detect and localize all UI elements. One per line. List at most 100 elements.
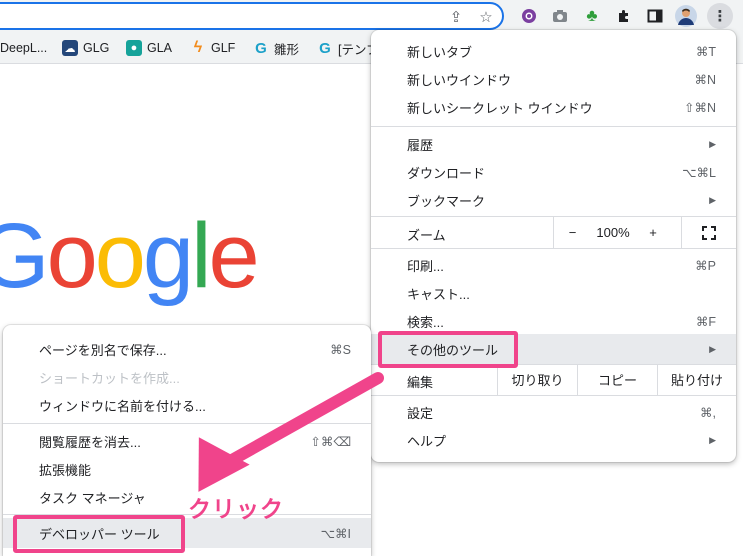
cut-button[interactable]: 切り取り [497,364,577,395]
zoom-in-button[interactable]: + [635,217,671,248]
star-icon[interactable]: ☆ [474,5,498,29]
menu-item-label: ページを別名で保存... [39,342,167,358]
puzzle-icon[interactable] [612,4,636,28]
bookmark-glg[interactable]: ☁ GLG [62,39,109,57]
shortcut-label: ⌘, [700,405,716,420]
edit-row: 編集 切り取り コピー 貼り付け [371,364,736,395]
shortcut-label: ⌘S [330,342,351,357]
logo-letter: G [0,205,50,307]
copy-button[interactable]: コピー [577,364,657,395]
bookmark-label: GLF [211,41,236,55]
profile-avatar[interactable] [674,4,698,28]
menu-item-label: 設定 [407,405,434,421]
shortcut-label: ⌘F [695,314,716,329]
share-icon[interactable]: ⇪ [444,5,468,29]
edit-label: 編集 [407,375,434,390]
menu-item-help[interactable]: ヘルプ ▶ [371,426,736,454]
zoom-label: ズーム [407,228,446,243]
chevron-right-icon: ▶ [709,138,716,149]
logo-letter: e [208,205,260,307]
shortcut-label: ⇧⌘⌫ [310,434,351,449]
menu-item-label: ダウンロード [407,165,486,181]
cut-label: 切り取り [511,373,564,388]
menu-item-new-tab[interactable]: 新しいタブ ⌘T [371,37,736,65]
zoom-level: 100% [591,217,635,248]
zoom-value: 100% [596,225,630,240]
menu-item-new-window[interactable]: 新しいウインドウ ⌘N [371,65,736,93]
menu-item-history[interactable]: 履歴 ▶ [371,130,736,158]
menu-item-bookmarks[interactable]: ブックマーク ▶ [371,186,736,214]
bookmark-label: DeepL... [0,41,48,55]
bookmark-glf[interactable]: ϟ GLF [190,39,236,57]
glg-icon: ☁ [62,40,78,56]
bookmark-label: 雛形 [274,42,300,57]
minus-icon: − [568,225,577,240]
menu-item-label: キャスト... [407,286,470,302]
bookmark-gla[interactable]: ● GLA [126,39,172,57]
address-bar[interactable]: ⇪ ☆ [0,2,504,30]
menu-divider [371,395,736,396]
bookmark-label: GLA [147,41,173,55]
g-icon: G [255,39,267,57]
menu-item-create-shortcut: ショートカットを作成... [3,363,371,391]
menu-item-new-incognito[interactable]: 新しいシークレット ウインドウ ⇧⌘N [371,93,736,121]
menu-item-task-manager[interactable]: タスク マネージャ [3,483,371,511]
bookmark-label: GLG [83,41,110,55]
paste-button[interactable]: 貼り付け [657,364,736,395]
paste-label: 貼り付け [670,373,723,388]
menu-item-settings[interactable]: 設定 ⌘, [371,398,736,426]
logo-letter: o [46,205,98,307]
shortcut-label: ⌘T [695,44,716,59]
sidepanel-icon[interactable] [643,4,667,28]
menu-item-print[interactable]: 印刷... ⌘P [371,251,736,279]
bookmark-template[interactable]: G [テンプ [317,39,378,57]
menu-item-name-window[interactable]: ウィンドウに名前を付ける... [3,391,371,419]
menu-item-cast[interactable]: キャスト... [371,279,736,307]
three-dots-menu-icon[interactable]: ⋮ [707,3,733,29]
highlight-developer-tools [13,515,185,553]
chevron-right-icon: ▶ [709,434,716,445]
zoom-out-button[interactable]: − [553,217,591,248]
zoom-row: ズーム − 100% + [371,217,736,248]
menu-item-label: 新しいシークレット ウインドウ [407,100,593,116]
clover-icon[interactable]: ♣ [580,4,604,28]
menu-item-label: タスク マネージャ [39,490,146,506]
menu-divider [371,248,736,249]
g-icon: G [319,39,331,57]
extension-purple-icon[interactable] [517,4,541,28]
menu-item-label: ウィンドウに名前を付ける... [39,398,206,414]
shortcut-label: ⌘P [695,258,716,273]
menu-divider [371,126,736,127]
logo-letter: o [94,205,146,307]
shortcut-label: ⇧⌘N [683,100,716,115]
menu-item-label: 閲覧履歴を消去... [39,434,141,450]
bookmark-deepl[interactable]: DeepL... [0,39,47,57]
chrome-main-menu: 新しいタブ ⌘T 新しいウインドウ ⌘N 新しいシークレット ウインドウ ⇧⌘N… [371,30,736,462]
menu-item-downloads[interactable]: ダウンロード ⌥⌘L [371,158,736,186]
menu-item-extensions[interactable]: 拡張機能 [3,455,371,483]
glf-icon: ϟ [193,39,203,56]
menu-item-label: ブックマーク [407,193,486,209]
menu-item-label: ショートカットを作成... [39,370,180,386]
bookmark-hinagata[interactable]: G 雛形 [253,39,299,57]
menu-item-label: 検索... [407,314,444,330]
chevron-right-icon: ▶ [709,194,716,205]
fullscreen-icon [702,225,716,240]
menu-item-label: ヘルプ [407,433,447,449]
menu-item-label: 履歴 [407,137,434,153]
google-logo: Google [0,205,260,307]
menu-divider [3,423,371,424]
plus-icon: + [649,225,657,240]
gla-icon: ● [126,40,142,56]
menu-item-label: 新しいウインドウ [407,72,512,88]
menu-item-save-page[interactable]: ページを別名で保存... ⌘S [3,335,371,363]
camera-icon[interactable] [548,4,572,28]
copy-label: コピー [597,373,637,388]
shortcut-label: ⌥⌘L [682,165,716,180]
menu-item-clear-browsing[interactable]: 閲覧履歴を消去... ⇧⌘⌫ [3,427,371,455]
logo-letter: l [191,205,212,307]
shortcut-label: ⌥⌘I [320,526,351,541]
menu-item-label: 拡張機能 [39,462,92,478]
logo-letter: g [142,205,194,307]
fullscreen-button[interactable] [681,217,736,248]
